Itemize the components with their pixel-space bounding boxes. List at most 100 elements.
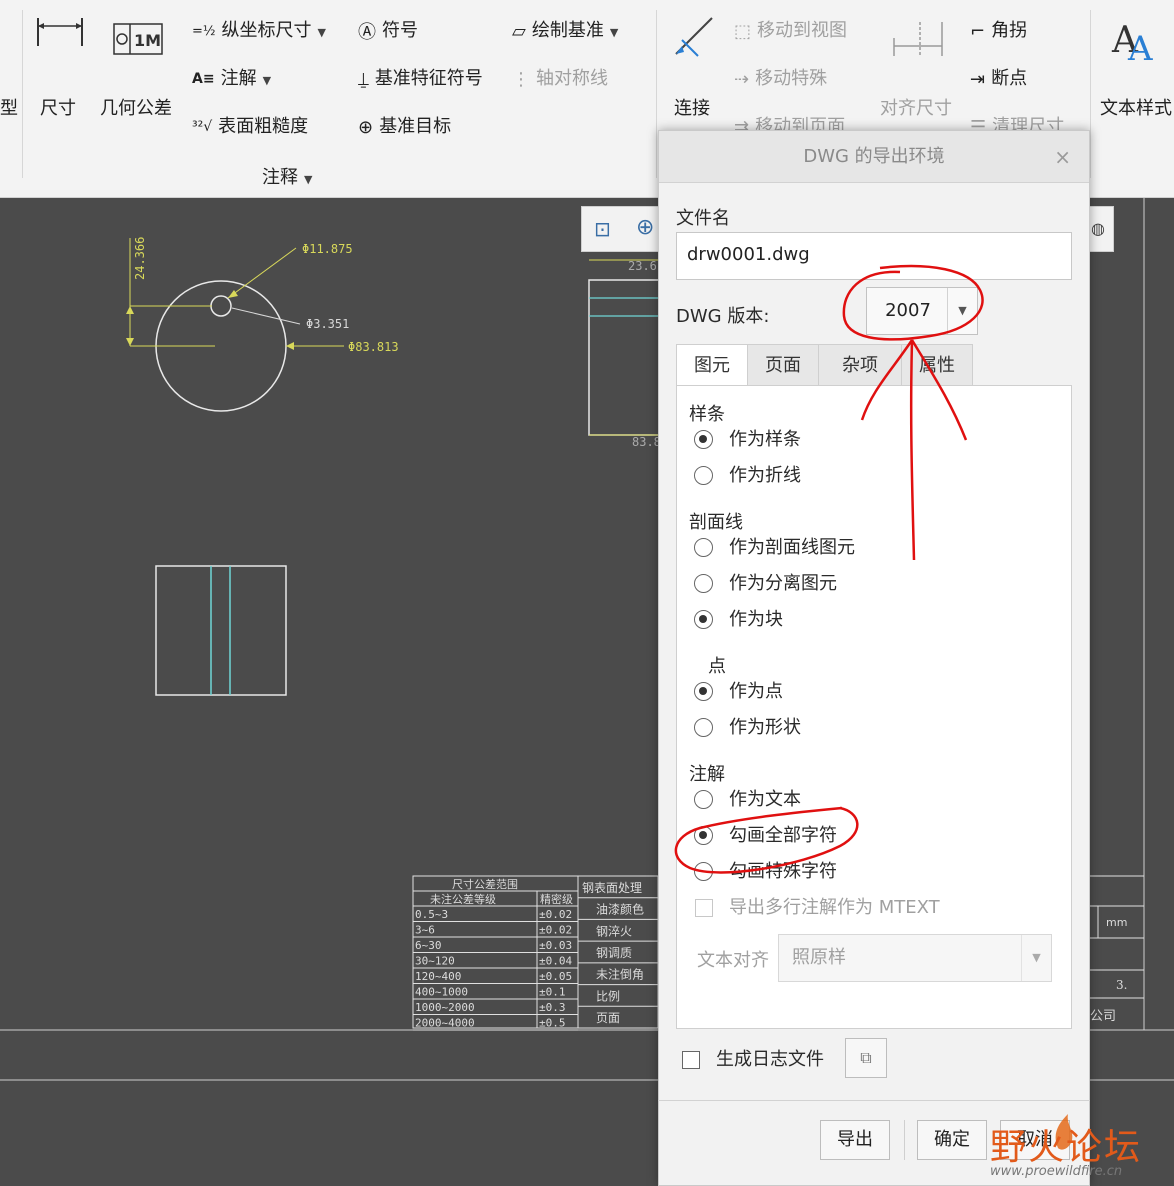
ordinate-dimension-button[interactable]: =½ 纵坐标尺寸 ▼ [192,16,326,42]
table-cell-range: 400~1000 [415,986,468,999]
ordinate-dimension-icon: =½ [192,23,216,39]
dialog-titlebar: DWG 的导出环境 [659,131,1089,183]
zoom-in-icon[interactable]: ⊕ [636,215,654,240]
text-align-value: 照原样 [792,947,846,968]
tab-misc[interactable]: 杂项 [818,344,902,386]
surface-finish-label: 表面粗糙度 [218,116,309,137]
datum-plane-icon: ▱ [512,20,526,42]
side-cells: 钢表面处理油漆颜色钢淬火钢调质未注倒角比例页面 [578,881,658,1025]
move-to-view-icon: ⬚ [734,20,752,42]
radio-label: 作为折线 [729,465,801,486]
radio-label: 作为块 [729,609,783,630]
chevron-down-icon: ▼ [262,74,272,87]
close-icon[interactable]: × [1054,145,1071,169]
radio-label: 作为形状 [729,717,801,738]
divider [1090,10,1091,178]
side-cell-text: 未注倒角 [596,967,644,982]
radio-label: 作为点 [729,681,783,702]
table-header-2: 精密级 [540,892,573,906]
table-cell-tolerance: ±0.04 [539,955,572,968]
geometric-tolerance-button[interactable]: 1M 几何公差 [100,12,178,124]
surface-finish-button[interactable]: ³²√ 表面粗糙度 [192,112,308,138]
note-icon: A≡ [192,71,215,87]
text-style-icon: A A [1111,20,1153,64]
breakpoint-button[interactable]: ⇥ 断点 [970,64,1027,90]
unit-cell: mm [1106,916,1127,929]
side-cell-text: 比例 [596,989,620,1003]
text-align-select[interactable]: 照原样 ▼ [778,934,1052,982]
corner-button[interactable]: ⌐ 角拐 [970,16,1027,42]
radio-label: 作为剖面线图元 [729,537,855,558]
datum-target-icon: ⊕ [358,116,374,138]
filename-input[interactable]: drw0001.dwg [676,232,1072,280]
radio-label: 作为分离图元 [729,573,837,594]
arrowhead [126,306,134,314]
company-cell: 公司 [1090,1009,1116,1024]
side-cell-text: 钢表面处理 [582,881,642,895]
ok-button[interactable]: 确定 [917,1120,987,1160]
tab-entities[interactable]: 图元 [676,344,748,387]
dimension-button[interactable]: 尺寸 [34,12,90,124]
chevron-down-icon: ▼ [609,26,619,39]
tab-sheets[interactable]: 页面 [747,344,819,386]
text-style-button[interactable]: A A 文本样式 [1098,12,1174,124]
table-cell-range: 3~6 [415,924,435,937]
radio-label: 勾画特殊字符 [729,861,837,882]
chevron-down-icon: ▼ [1021,935,1051,981]
view-toolbar-right: ◍ [1086,206,1114,252]
table-cell-tolerance: ±0.05 [539,970,572,983]
side-view [155,565,287,696]
radio-checked-icon [694,430,713,449]
table-cell-range: 2000~4000 [415,1017,475,1030]
tab-attributes[interactable]: 属性 [901,344,973,386]
display-style-icon[interactable]: ◍ [1091,219,1105,238]
log-settings-button[interactable]: ⧉ [845,1038,887,1078]
table-cell-tolerance: ±0.3 [539,1001,566,1014]
align-dimensions-icon [893,22,943,56]
version-select[interactable]: 2007 ▼ [866,287,978,335]
axis-symmetry-button[interactable]: ⋮ 轴对称线 [512,64,608,90]
draw-datum-button[interactable]: ▱ 绘制基准 ▼ [512,16,618,42]
side-cell-text: 页面 [596,1011,620,1025]
align-dimensions-label: 对齐尺寸 [880,98,952,119]
side-cell-text: 油漆颜色 [596,902,644,917]
table-cell-range: 0.5~3 [415,908,448,921]
watermark: 野火论坛 www.proewildfire.cn [988,1108,1174,1186]
number-cell: 3. [1116,978,1127,992]
leader-line [227,247,297,299]
annotate-group-label: 注释 [262,167,298,188]
datum-feature-button[interactable]: ⍊ 基准特征符号 [358,64,483,90]
align-dimensions-button[interactable]: 对齐尺寸 [880,12,958,124]
filename-label: 文件名 [676,208,730,229]
datum-target-button[interactable]: ⊕ 基准目标 [358,112,451,138]
annotate-group-dropdown[interactable]: 注释 ▼ [262,163,312,189]
dimension-icon [37,18,83,46]
ordinate-dimension-label: 纵坐标尺寸 [221,20,312,41]
front-view [588,279,670,436]
svg-text:1M: 1M [134,31,161,50]
dim-d3: Φ83.813 [348,340,399,354]
table-cell-tolerance: ±0.02 [539,924,572,937]
note-group-label: 注解 [689,764,725,785]
move-to-view-label: 移动到视图 [757,20,848,41]
symbol-button[interactable]: Ⓐ 符号 [358,16,418,44]
geometric-tolerance-icon: 1M [113,23,163,55]
dim-d1: Φ11.875 [302,242,353,256]
point-group-label: 点 [708,656,726,677]
radio-checked-icon [694,682,713,701]
move-to-view-button[interactable]: ⬚ 移动到视图 [734,16,847,42]
checkbox-icon [682,1051,700,1069]
zoom-fit-icon[interactable]: ⊡ [594,217,611,241]
radio-label: 作为文本 [729,789,801,810]
chevron-down-icon: ▼ [317,26,326,39]
note-button[interactable]: A≡ 注解 ▼ [192,64,271,90]
move-special-button[interactable]: ⇢ 移动特殊 [734,64,827,90]
leader-line [231,307,301,325]
connect-label: 连接 [674,98,710,119]
export-button[interactable]: 导出 [820,1120,890,1160]
dim-right-bottom: 83.8 [632,435,661,449]
radio-checked-icon [694,826,713,845]
connect-button[interactable]: 连接 [668,12,724,124]
corner-label: 角拐 [991,20,1028,41]
table-title: 尺寸公差范围 [452,877,518,891]
